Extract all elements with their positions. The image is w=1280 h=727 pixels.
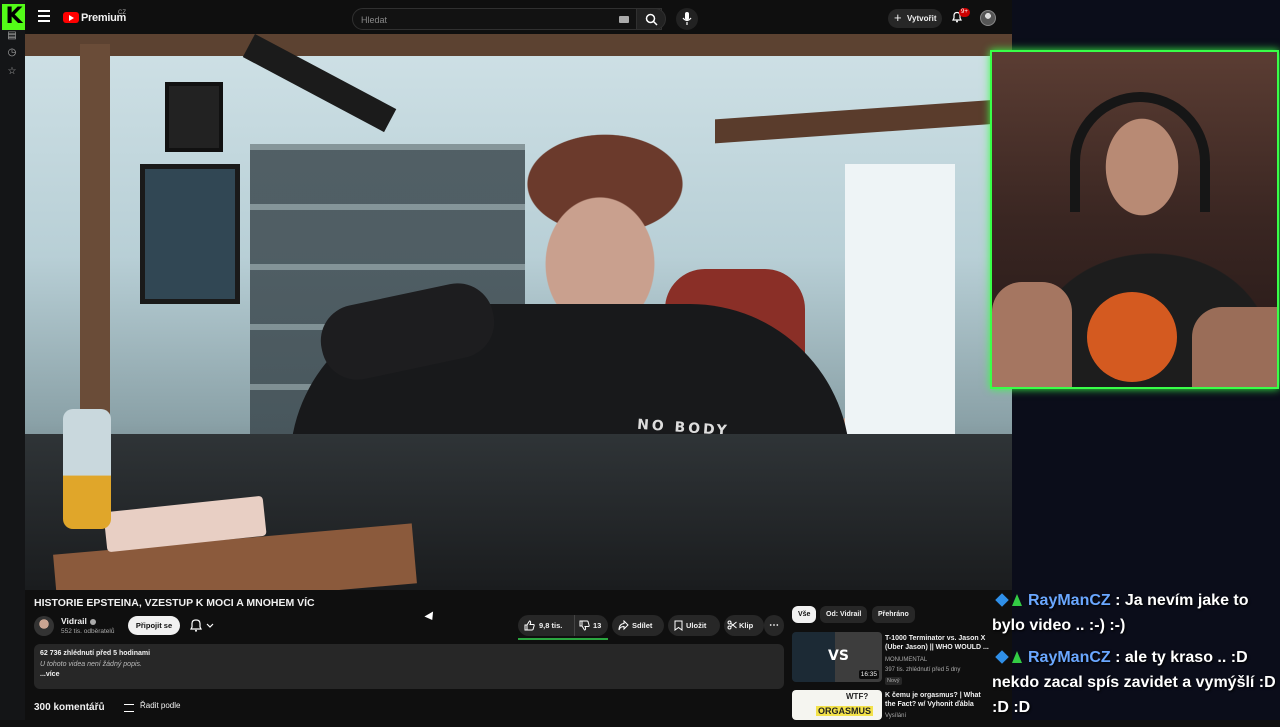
tree-badge-icon: [1012, 594, 1022, 606]
video-player[interactable]: NO BODY: [25, 34, 1012, 590]
webcam-arm-right: [1192, 307, 1277, 387]
like-count: 9,8 tis.: [539, 621, 563, 630]
kick-sidebar: K ▤ ◷ ☆: [0, 0, 26, 720]
subscriber-badge-icon: [995, 650, 1009, 664]
save-label: Uložit: [686, 621, 707, 630]
chip-watched[interactable]: Přehráno: [872, 606, 915, 623]
video-scene-beam-right: [715, 98, 1012, 144]
share-button[interactable]: Sdílet: [612, 615, 664, 636]
rec-new-badge: Nový: [885, 677, 902, 685]
region-code: CZ: [118, 10, 126, 16]
webcam-arm-left: [992, 282, 1072, 387]
webcam-shirt-logo: [1087, 292, 1177, 382]
rec-thumbnail[interactable]: ORGASMUS WTF?: [792, 690, 882, 720]
chip-all[interactable]: Vše: [792, 606, 817, 623]
chip-from-channel[interactable]: Od: Vidrail: [820, 606, 868, 623]
mic-icon: [682, 12, 692, 25]
rec-meta: 397 tis. zhlédnutí před 5 dny: [885, 667, 961, 673]
library-icon[interactable]: ▤: [6, 30, 18, 42]
chat-message: RayManCZ : Ja nevím jake to bylo video .…: [992, 592, 1249, 634]
save-button[interactable]: Uložit: [668, 615, 720, 636]
description-box[interactable]: 62 736 zhlédnutí před 5 hodinami U tohot…: [34, 644, 784, 689]
thumbs-up-icon: [524, 620, 535, 631]
verified-icon: [89, 618, 96, 625]
subscriber-count: 552 tis. odběratelů: [61, 628, 115, 635]
chat-overlay: RayManCZ : Ja nevím jake to bylo video .…: [992, 588, 1278, 727]
video-scene-frame: [165, 82, 223, 152]
account-avatar[interactable]: [980, 10, 996, 26]
webcam-feed: [990, 50, 1279, 389]
yt-header: Premium CZ Vytvořit 9+: [25, 0, 1012, 34]
rec-channel[interactable]: MONUMENTAL: [885, 656, 927, 664]
dislike-button[interactable]: 13: [574, 615, 608, 636]
create-button[interactable]: Vytvořit: [888, 8, 942, 28]
search-input[interactable]: [361, 12, 611, 27]
clip-button[interactable]: Klip: [724, 615, 764, 636]
notifications-badge: 9+: [959, 8, 970, 17]
channel-name-wrap[interactable]: Vidrail: [61, 616, 96, 626]
like-ratio-bar: [518, 638, 608, 640]
chat-username: RayManCZ: [1028, 592, 1111, 609]
description-text: U tohoto videa není žádný popis.: [40, 661, 142, 668]
keyboard-icon[interactable]: [619, 16, 629, 23]
star-icon[interactable]: ☆: [6, 66, 18, 78]
search-icon: [645, 13, 658, 26]
rec-title[interactable]: T-1000 Terminator vs. Jason X (Uber Jaso…: [885, 634, 993, 652]
join-button[interactable]: Připojit se: [128, 616, 180, 635]
history-icon[interactable]: ◷: [6, 47, 18, 59]
sort-comments-button[interactable]: Řadit podle: [124, 701, 180, 712]
subscription-bell-icon[interactable]: [187, 618, 223, 633]
youtube-logo-icon[interactable]: [63, 12, 79, 23]
video-scene-frame-large: [140, 164, 240, 304]
webcam-headset: [1070, 92, 1210, 212]
rec-channel[interactable]: Vysílání: [885, 712, 906, 720]
rec-thumbnail[interactable]: VS 16:35: [792, 632, 882, 682]
tree-badge-icon: [1012, 651, 1022, 663]
share-label: Sdílet: [632, 621, 653, 630]
rec-title[interactable]: K čemu je orgasmus? | What the Fact? w/ …: [885, 691, 993, 709]
search-box: [352, 8, 662, 30]
voice-search-button[interactable]: [676, 8, 698, 30]
channel-name[interactable]: Vidrail: [61, 616, 87, 626]
more-actions-button[interactable]: ⋯: [764, 615, 784, 636]
bookmark-icon: [674, 620, 683, 631]
video-title: HISTORIE EPSTEINA, VZESTUP K MOCI A MNOH…: [34, 597, 315, 609]
rec-thumb-text: VS: [828, 648, 849, 664]
kick-logo-icon[interactable]: K: [2, 4, 26, 30]
video-scene-beam: [25, 34, 1012, 56]
channel-avatar[interactable]: [34, 616, 54, 636]
like-dislike-group: 9,8 tis. 13: [518, 615, 608, 636]
menu-icon[interactable]: [38, 10, 50, 22]
share-icon: [618, 620, 629, 631]
scissors-icon: [727, 620, 737, 630]
dislike-count: 13: [593, 621, 602, 630]
thumbs-down-icon: [579, 620, 590, 631]
search-button[interactable]: [636, 8, 666, 30]
rec-thumb-text: ORGASMUS: [816, 706, 874, 716]
chat-message: RayManCZ : ale ty kraso .. :D nekdo zaca…: [992, 649, 1276, 716]
like-button[interactable]: 9,8 tis.: [518, 615, 574, 636]
rec-thumb-text-2: WTF?: [846, 692, 869, 701]
comments-count: 300 komentářů: [34, 702, 105, 713]
clip-label: Klip: [739, 621, 754, 630]
show-more-link[interactable]: ...více: [40, 671, 59, 678]
screen: K ▤ ◷ ☆ Premium CZ Vytvořit 9+: [0, 0, 1280, 720]
subscriber-badge-icon: [995, 593, 1009, 607]
chat-username: RayManCZ: [1028, 649, 1111, 666]
video-scene-bottle: [63, 409, 111, 529]
mouse-cursor-icon: [424, 611, 437, 623]
rec-duration: 16:35: [858, 670, 879, 679]
view-stats: 62 736 zhlédnutí před 5 hodinami: [40, 650, 151, 657]
